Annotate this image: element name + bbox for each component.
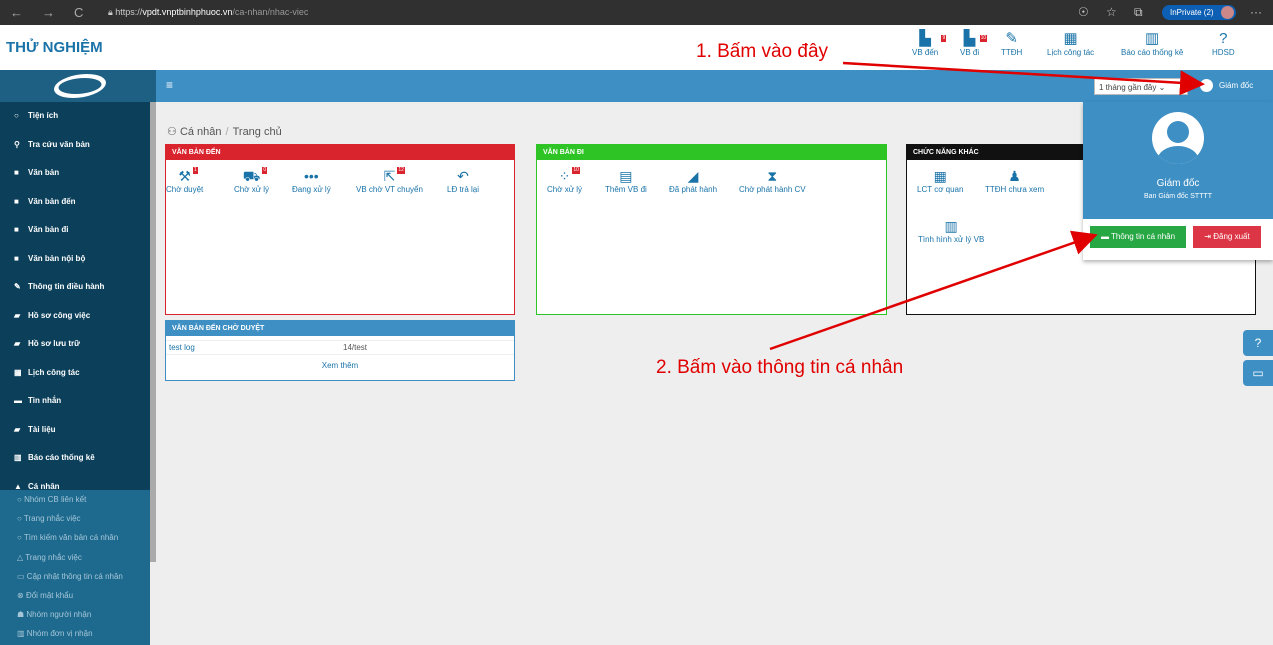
annotation-arrows [769, 61, 1205, 351]
arrow-step-1 [842, 61, 1205, 96]
arrow-step-2 [769, 230, 1098, 351]
